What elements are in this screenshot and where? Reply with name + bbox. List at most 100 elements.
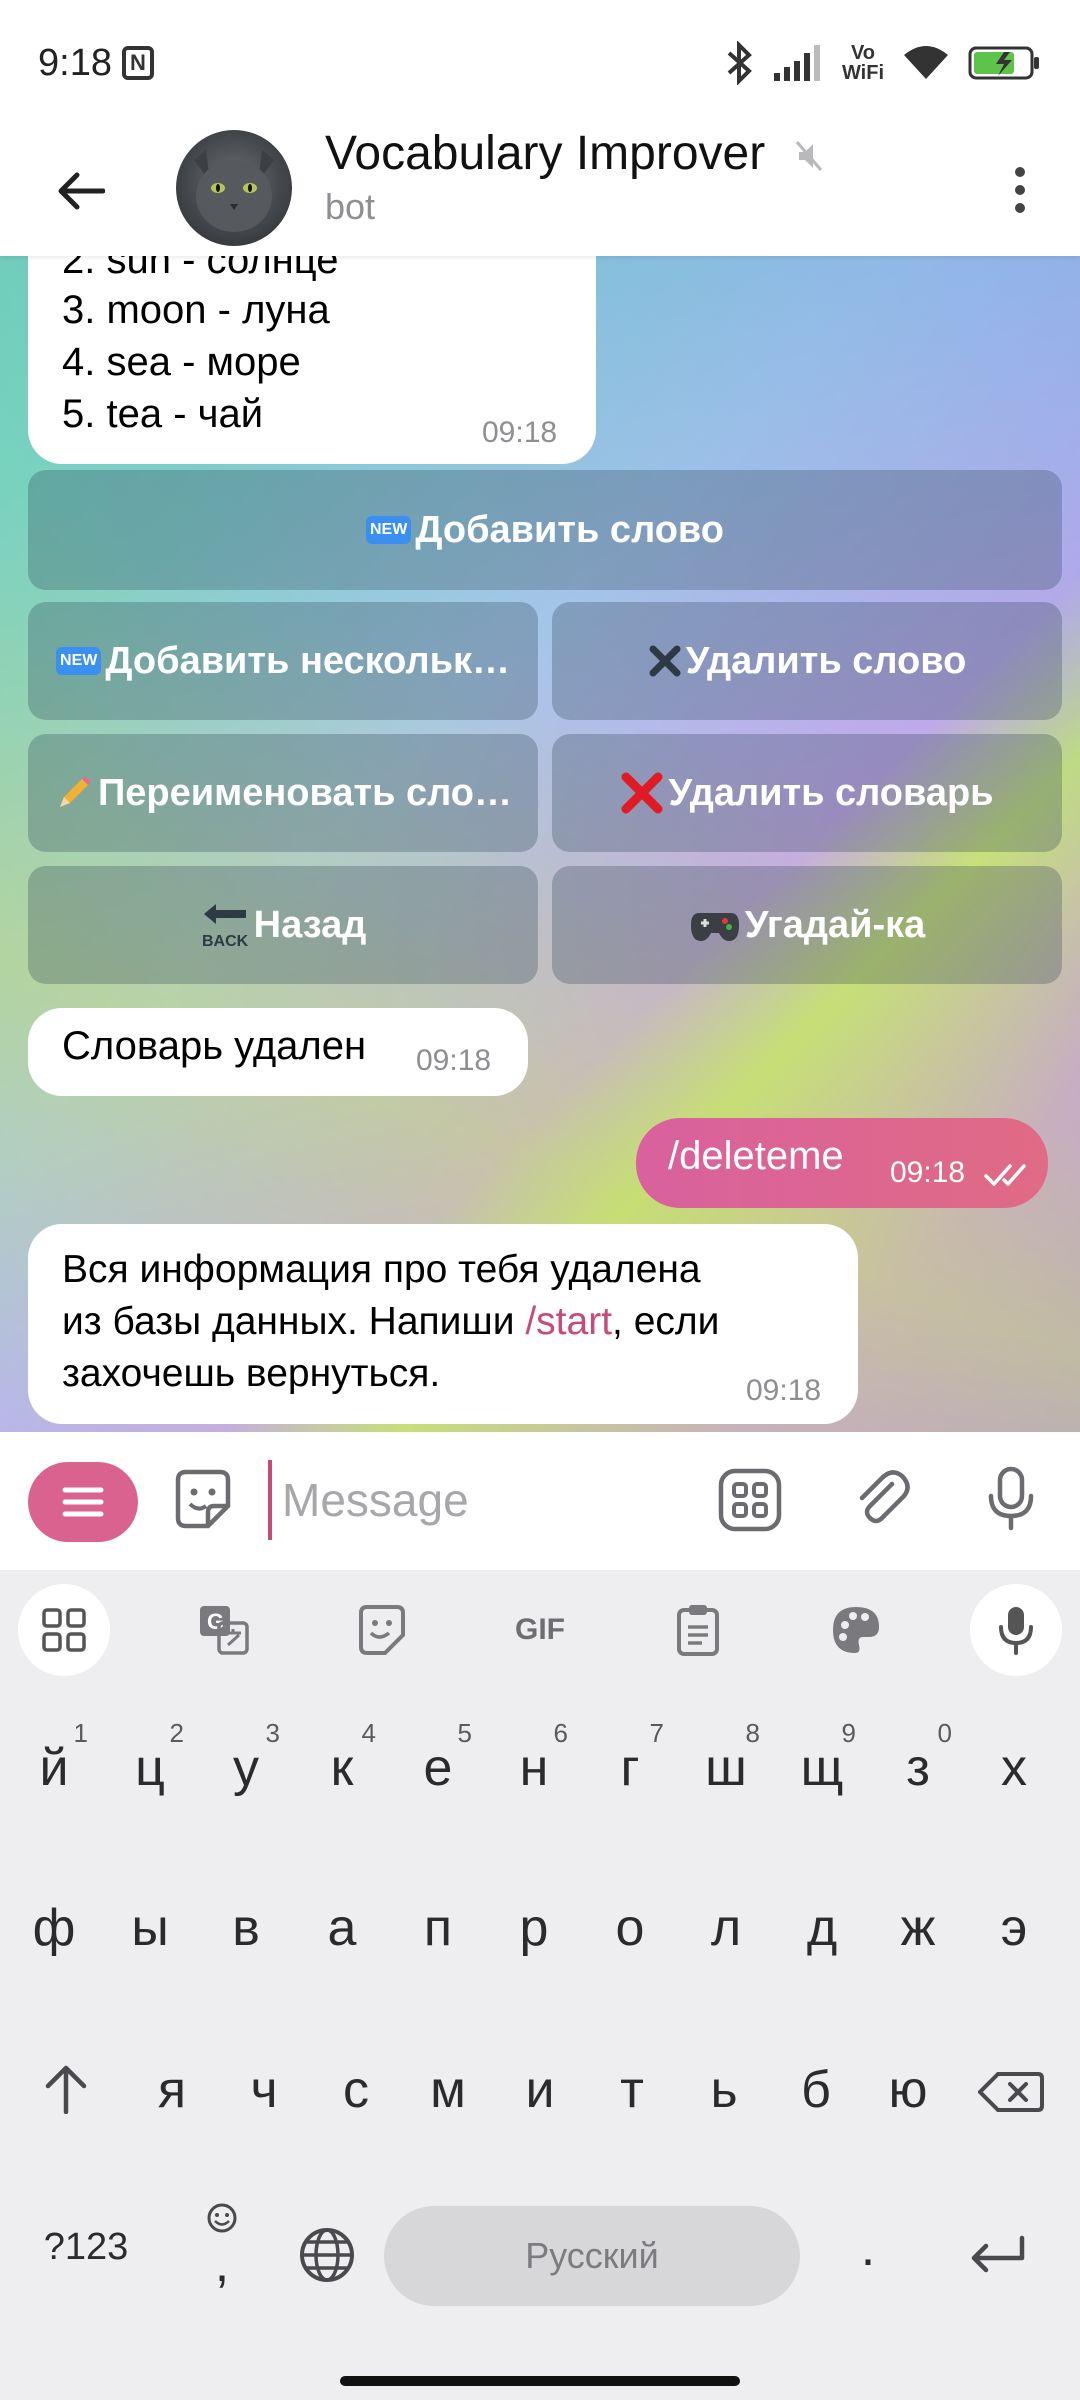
key[interactable]: 1й: [6, 1688, 102, 1818]
enter-key[interactable]: [942, 2168, 1052, 2298]
voice-record-button[interactable]: [986, 1466, 1036, 1537]
bot-commands-button[interactable]: [718, 1468, 782, 1537]
key-label: и: [525, 2061, 555, 2119]
battery-icon: [968, 46, 1039, 80]
key-label: .: [860, 2219, 876, 2277]
back-button[interactable]: [46, 156, 116, 226]
avatar[interactable]: [176, 130, 292, 246]
guess-game-button[interactable]: Угадай-ка: [552, 866, 1062, 984]
theme-button[interactable]: [810, 1584, 902, 1676]
language-key[interactable]: [280, 2168, 376, 2298]
key-label: ш: [705, 1739, 747, 1797]
key[interactable]: 5е: [390, 1688, 486, 1818]
symbols-key[interactable]: ?123: [36, 2168, 136, 2298]
new-badge-icon: NEW: [366, 516, 412, 544]
key[interactable]: м: [400, 2010, 496, 2140]
start-command-link[interactable]: /start: [525, 1300, 612, 1343]
bot-menu-button[interactable]: [28, 1462, 138, 1542]
space-key[interactable]: Русский: [384, 2206, 800, 2306]
message-bubble-word-list[interactable]: 2. sun - солнце 3. moon - луна 4. sea - …: [28, 256, 596, 464]
word-list-line: 2. sun - солнце: [62, 256, 339, 282]
rename-label: Переименовать сло…: [97, 771, 513, 814]
sticker-emoji-button[interactable]: [170, 1466, 236, 1537]
key[interactable]: в: [198, 1848, 294, 1978]
key[interactable]: 7г: [582, 1688, 678, 1818]
key-label: в: [232, 1899, 260, 1957]
message-bubble-info[interactable]: Вся информация про тебя удалена из базы …: [28, 1224, 858, 1424]
key[interactable]: и: [492, 2010, 588, 2140]
key-label: п: [423, 1899, 453, 1957]
shift-key[interactable]: [16, 2010, 112, 2140]
keyboard-voice-button[interactable]: [970, 1584, 1062, 1676]
add-several-label: Добавить нескольк…: [105, 639, 510, 682]
key[interactable]: 2ц: [102, 1688, 198, 1818]
sticker-keyboard-button[interactable]: [336, 1584, 428, 1676]
key[interactable]: о: [582, 1848, 678, 1978]
key-label: ч: [250, 2061, 278, 2119]
key[interactable]: ф: [6, 1848, 102, 1978]
new-badge-icon: NEW: [56, 647, 102, 675]
back-keyboard-button[interactable]: BACK Назад: [28, 866, 538, 984]
key[interactable]: ж: [870, 1848, 966, 1978]
key[interactable]: д: [774, 1848, 870, 1978]
add-several-words-button[interactable]: NEW Добавить нескольк…: [28, 602, 538, 720]
key[interactable]: ю: [860, 2010, 956, 2140]
key[interactable]: ч: [216, 2010, 312, 2140]
key[interactable]: 8ш: [678, 1688, 774, 1818]
guess-label: Угадай-ка: [744, 903, 926, 946]
key[interactable]: л: [678, 1848, 774, 1978]
key[interactable]: 0з: [870, 1688, 966, 1818]
gif-icon: GIF: [515, 1613, 565, 1646]
message-input[interactable]: [268, 1460, 688, 1540]
home-indicator[interactable]: [340, 2376, 740, 2386]
message-time: 09:18: [416, 1044, 492, 1077]
chat-area[interactable]: 2. sun - солнце 3. moon - луна 4. sea - …: [0, 256, 1080, 1432]
key[interactable]: 6н: [486, 1688, 582, 1818]
key[interactable]: б: [768, 2010, 864, 2140]
key[interactable]: с: [308, 2010, 404, 2140]
keyboard-apps-button[interactable]: [18, 1584, 110, 1676]
delete-word-button[interactable]: Удалить слово: [552, 602, 1062, 720]
backspace-key[interactable]: [964, 2010, 1060, 2140]
more-options-button[interactable]: [990, 150, 1050, 230]
key[interactable]: 4к: [294, 1688, 390, 1818]
key[interactable]: а: [294, 1848, 390, 1978]
key[interactable]: т: [584, 2010, 680, 2140]
key[interactable]: х: [966, 1688, 1062, 1818]
key-label: ,: [214, 2235, 230, 2293]
globe-icon: [300, 2228, 354, 2282]
message-bubble-outgoing[interactable]: /deleteme 09:18: [636, 1118, 1048, 1208]
gif-button[interactable]: GIF: [494, 1584, 586, 1676]
key[interactable]: 3у: [198, 1688, 294, 1818]
rename-dictionary-button[interactable]: Переименовать сло…: [28, 734, 538, 852]
key-label: ф: [32, 1899, 76, 1957]
key-label: р: [519, 1899, 549, 1957]
period-key[interactable]: .: [820, 2168, 916, 2298]
key-label: т: [620, 2061, 644, 2119]
clipboard-button[interactable]: [652, 1584, 744, 1676]
add-word-button[interactable]: NEW Добавить слово: [28, 470, 1062, 590]
key-label: щ: [800, 1739, 844, 1797]
comma-emoji-key[interactable]: ,: [174, 2168, 270, 2298]
key[interactable]: э: [966, 1848, 1062, 1978]
key[interactable]: р: [486, 1848, 582, 1978]
red-cross-icon: [620, 771, 664, 815]
message-bubble-dictionary-deleted[interactable]: Словарь удален 09:18: [28, 1008, 528, 1096]
message-input-bar: [0, 1432, 1080, 1570]
cross-icon: [648, 644, 682, 678]
attach-button[interactable]: [850, 1466, 914, 1535]
key[interactable]: п: [390, 1848, 486, 1978]
key[interactable]: ь: [676, 2010, 772, 2140]
word-list-line: 3. moon - луна: [62, 288, 330, 332]
delete-dictionary-button[interactable]: Удалить словарь: [552, 734, 1062, 852]
palette-icon: [833, 1607, 879, 1653]
key[interactable]: 9щ: [774, 1688, 870, 1818]
info-line-2: из базы данных. Напиши /start, если: [62, 1300, 719, 1344]
key[interactable]: я: [124, 2010, 220, 2140]
chat-title[interactable]: Vocabulary Improver: [325, 126, 765, 181]
soft-keyboard: 1й 2ц 3у 4к 5е 6н 7г 8ш 9щ 0з х ф ы в а …: [0, 1688, 1080, 2400]
translate-button[interactable]: G: [178, 1584, 270, 1676]
key-label: ы: [131, 1899, 169, 1957]
message-text: /deleteme: [668, 1134, 844, 1178]
key[interactable]: ы: [102, 1848, 198, 1978]
